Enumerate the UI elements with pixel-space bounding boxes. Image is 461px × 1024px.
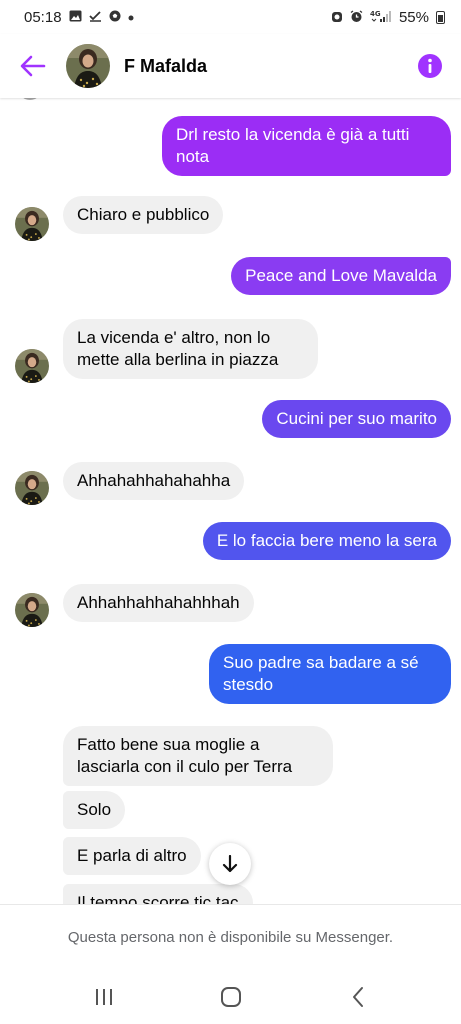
message-bubble-incoming[interactable]: Fatto bene sua moglie a lasciarla con il… bbox=[63, 726, 333, 786]
message-text: E lo faccia bere meno la sera bbox=[216, 531, 437, 550]
message-bubble-outgoing[interactable]: Cucini per suo marito bbox=[262, 400, 451, 438]
dot-icon bbox=[128, 11, 134, 23]
back-button[interactable] bbox=[0, 34, 66, 98]
back-chevron-icon bbox=[352, 987, 363, 1007]
battery-percent: 55% bbox=[398, 8, 429, 26]
recent-apps-icon bbox=[95, 989, 112, 1005]
system-navigation-bar bbox=[0, 970, 461, 1024]
message-row: E lo faccia bere meno la sera bbox=[202, 522, 451, 560]
message-row: Drl resto la vicenda è già a tutti nota bbox=[162, 116, 451, 176]
unavailable-text: Questa persona non è disponibile su Mess… bbox=[67, 929, 394, 946]
unavailable-notice: Questa persona non è disponibile su Mess… bbox=[0, 904, 461, 970]
avatar-image bbox=[15, 593, 49, 627]
avatar-image bbox=[15, 471, 49, 505]
message-text: Solo bbox=[77, 800, 112, 819]
message-bubble-incoming[interactable]: Ahhahhahhahahhhah bbox=[63, 584, 254, 622]
message-text: Chiaro e pubblico bbox=[77, 205, 210, 224]
message-bubble-incoming[interactable]: Ahhahahhahahahha bbox=[63, 462, 245, 500]
message-text: Fatto bene sua moglie a lasciarla con il… bbox=[77, 735, 293, 776]
message-bubble-incoming[interactable]: E parla di altro bbox=[63, 837, 201, 875]
message-row: Chiaro e pubblico bbox=[63, 196, 224, 234]
status-bar: 05:18 4G 55% bbox=[0, 0, 461, 34]
scroll-to-bottom-button[interactable] bbox=[209, 843, 251, 885]
messenger-app: 05:18 4G 55% F Mafalda Drl resto la vice… bbox=[0, 0, 461, 1024]
alarm-icon bbox=[331, 10, 343, 25]
avatar-image bbox=[15, 207, 49, 241]
check-icon bbox=[88, 10, 102, 24]
message-bubble-outgoing[interactable]: Drl resto la vicenda è già a tutti nota bbox=[162, 116, 451, 176]
contact-avatar[interactable] bbox=[66, 44, 110, 88]
back-nav-button[interactable] bbox=[328, 975, 388, 1019]
home-icon bbox=[220, 987, 241, 1007]
partial-avatar bbox=[18, 98, 42, 100]
message-text: Ahhahhahhahahhhah bbox=[77, 593, 240, 612]
message-row: Cucini per suo marito bbox=[262, 400, 451, 438]
message-row: Ahhahahhahahahha bbox=[63, 462, 245, 500]
message-row: Suo padre sa badare a sé stesdo bbox=[209, 644, 451, 704]
home-button[interactable] bbox=[201, 975, 261, 1019]
message-row: Solo bbox=[63, 791, 126, 829]
back-arrow-icon bbox=[20, 55, 46, 77]
message-row: Ahhahhahhahahhhah bbox=[63, 584, 254, 622]
message-text: Cucini per suo marito bbox=[276, 409, 437, 428]
avatar-image bbox=[15, 349, 49, 383]
message-text: E parla di altro bbox=[77, 846, 187, 865]
message-bubble-incoming[interactable]: Solo bbox=[63, 791, 126, 829]
message-text: La vicenda e' altro, non lo mette alla b… bbox=[77, 328, 279, 369]
clock-icon bbox=[350, 9, 363, 25]
soccer-ball-icon bbox=[109, 10, 121, 24]
message-bubble-outgoing[interactable]: E lo faccia bere meno la sera bbox=[202, 522, 451, 560]
message-bubble-outgoing[interactable]: Peace and Love Mavalda bbox=[231, 257, 451, 295]
status-time: 05:18 bbox=[24, 8, 62, 26]
4g-signal-icon: 4G bbox=[370, 10, 392, 25]
message-row: La vicenda e' altro, non lo mette alla b… bbox=[63, 319, 318, 379]
message-text: Ahhahahhahahahha bbox=[77, 471, 231, 490]
battery-icon bbox=[436, 10, 445, 24]
message-list[interactable]: Drl resto la vicenda è già a tutti nota … bbox=[0, 98, 461, 904]
message-bubble-outgoing[interactable]: Suo padre sa badare a sé stesdo bbox=[209, 644, 451, 704]
recent-apps-button[interactable] bbox=[74, 975, 134, 1019]
sender-avatar[interactable] bbox=[15, 471, 49, 505]
contact-name[interactable]: F Mafalda bbox=[124, 56, 399, 77]
info-icon bbox=[418, 54, 442, 78]
info-button[interactable] bbox=[399, 34, 461, 98]
message-bubble-incoming[interactable]: Il tempo scorre tic tac bbox=[63, 884, 253, 904]
message-bubble-incoming[interactable]: Chiaro e pubblico bbox=[63, 196, 224, 234]
sender-avatar[interactable] bbox=[15, 349, 49, 383]
message-bubble-incoming[interactable]: La vicenda e' altro, non lo mette alla b… bbox=[63, 319, 318, 379]
message-row: E parla di altro bbox=[63, 837, 201, 875]
message-text: Drl resto la vicenda è già a tutti nota bbox=[176, 125, 410, 166]
message-row: Il tempo scorre tic tac bbox=[63, 884, 253, 904]
sender-avatar[interactable] bbox=[15, 207, 49, 241]
message-text: Il tempo scorre tic tac bbox=[77, 893, 239, 904]
arrow-down-icon bbox=[222, 855, 238, 873]
conversation-header: F Mafalda bbox=[0, 34, 461, 98]
message-row: Peace and Love Mavalda bbox=[231, 257, 451, 295]
svg-text:4G: 4G bbox=[370, 10, 381, 18]
message-row: Fatto bene sua moglie a lasciarla con il… bbox=[63, 726, 333, 786]
sender-avatar[interactable] bbox=[15, 593, 49, 627]
message-text: Peace and Love Mavalda bbox=[245, 266, 437, 285]
message-text: Suo padre sa badare a sé stesdo bbox=[223, 653, 419, 694]
gallery-icon bbox=[69, 10, 82, 24]
